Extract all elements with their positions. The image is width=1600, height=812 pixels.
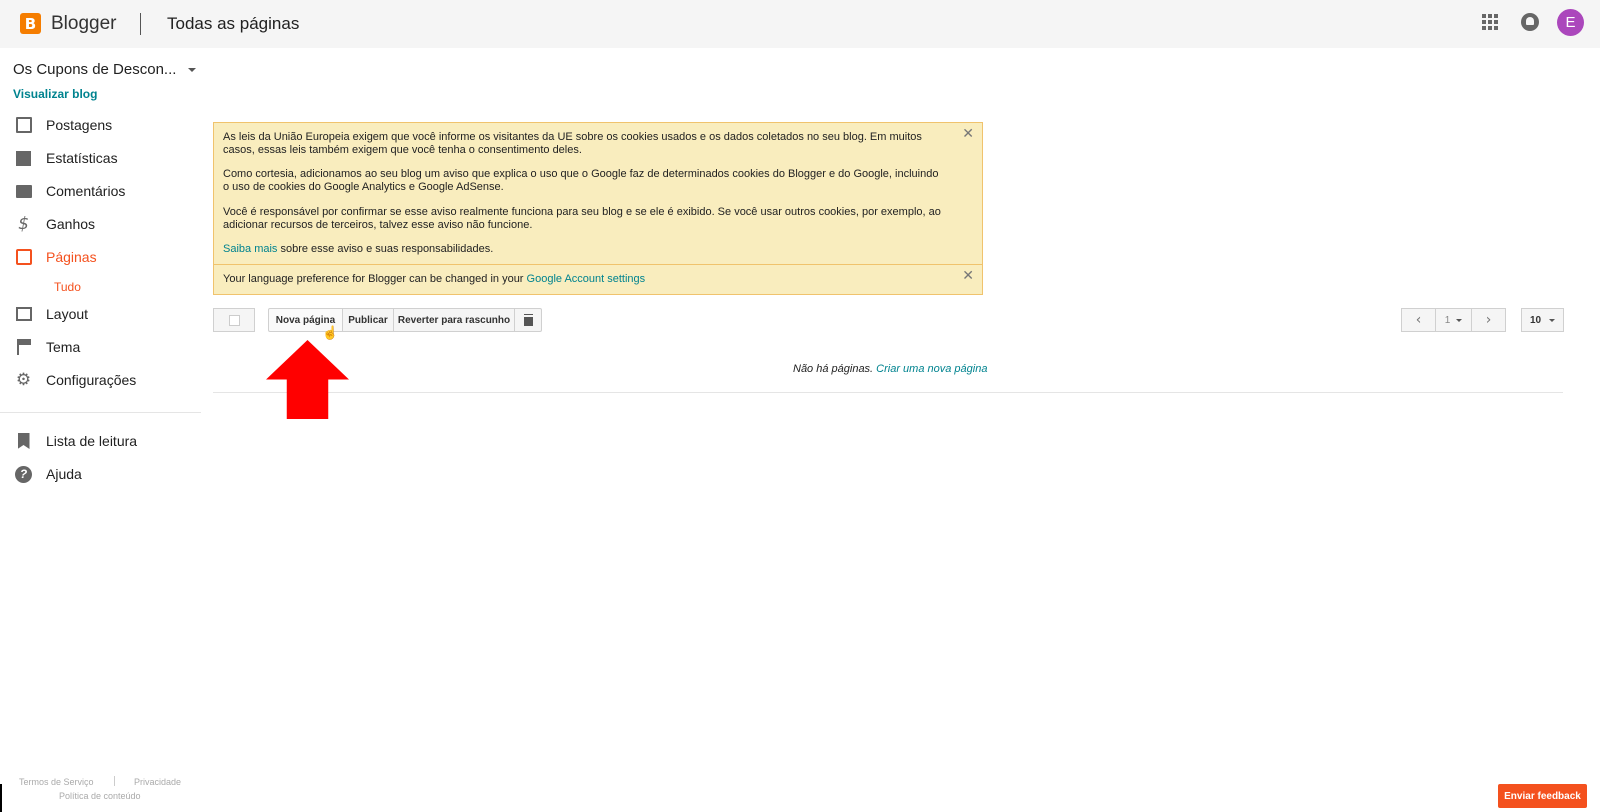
posts-icon xyxy=(15,117,32,134)
content-policy-link[interactable]: Política de conteúdo xyxy=(59,791,141,801)
footer-divider xyxy=(114,776,115,786)
close-language-notice-icon[interactable]: ✕ xyxy=(962,268,974,282)
sidebar-item-label: Configurações xyxy=(46,372,137,388)
sidebar-item-label: Páginas xyxy=(46,249,97,265)
delete-button[interactable] xyxy=(514,308,542,332)
blog-selector[interactable]: Os Cupons de Descon... xyxy=(13,61,197,78)
next-page-button[interactable]: › xyxy=(1471,308,1506,332)
sidebar-item-postagens[interactable]: Postagens xyxy=(0,110,200,140)
google-account-settings-link[interactable]: Google Account settings xyxy=(527,273,646,285)
red-arrow-annotation-icon xyxy=(266,340,349,419)
items-per-page-value: 10 xyxy=(1529,314,1542,326)
revert-to-draft-button[interactable]: Reverter para rascunho xyxy=(393,308,515,332)
chevron-down-icon xyxy=(1456,318,1463,322)
sidebar-divider xyxy=(0,412,201,413)
theme-icon xyxy=(15,339,32,356)
sidebar-item-label: Ajuda xyxy=(46,466,82,482)
empty-list-text: Não há páginas. xyxy=(793,363,877,375)
sidebar-item-paginas[interactable]: Páginas xyxy=(0,242,200,272)
send-feedback-button[interactable]: Enviar feedback xyxy=(1498,784,1587,808)
pages-icon xyxy=(15,249,32,266)
chevron-down-icon xyxy=(1549,318,1556,322)
sidebar-subitem-tudo[interactable]: Tudo xyxy=(54,280,81,294)
learn-more-text: sobre esse aviso e suas responsabilidade… xyxy=(277,243,494,255)
privacy-link[interactable]: Privacidade xyxy=(134,777,181,787)
sidebar-item-tema[interactable]: Tema xyxy=(0,332,200,362)
terms-of-service-link[interactable]: Termos de Serviço xyxy=(19,777,94,787)
select-all-checkbox[interactable] xyxy=(213,308,255,332)
blog-name: Os Cupons de Descon... xyxy=(13,61,177,78)
stats-icon xyxy=(15,150,32,167)
chevron-down-icon xyxy=(188,67,197,72)
sidebar-item-lista-de-leitura[interactable]: Lista de leitura xyxy=(0,426,200,456)
sidebar-item-label: Tema xyxy=(46,339,81,355)
chevron-right-icon: › xyxy=(1485,312,1492,328)
notice-paragraph-2: Como cortesia, adicionamos ao seu blog u… xyxy=(223,168,939,193)
bookmark-icon xyxy=(15,433,32,450)
notice-learn-more: Saiba mais sobre esse aviso e suas respo… xyxy=(223,243,943,256)
header-divider xyxy=(140,13,141,35)
layout-icon xyxy=(15,306,32,323)
notice-divider xyxy=(214,264,982,265)
view-blog-link[interactable]: Visualizar blog xyxy=(13,87,97,101)
eu-cookie-notice: As leis da União Europeia exigem que voc… xyxy=(213,122,983,295)
apps-grid-icon[interactable] xyxy=(1482,14,1498,30)
top-bar: B Blogger Todas as páginas E xyxy=(0,0,1600,48)
sidebar-item-label: Postagens xyxy=(46,117,113,133)
sidebar-item-ganhos[interactable]: $ Ganhos xyxy=(0,209,200,239)
checkbox-icon xyxy=(228,314,240,326)
window-edge xyxy=(0,784,2,812)
blogger-logo-icon[interactable]: B xyxy=(20,13,41,34)
sidebar-item-configuracoes[interactable]: ⚙ Configurações xyxy=(0,365,200,395)
chevron-left-icon: ‹ xyxy=(1415,312,1422,328)
sidebar-item-label: Ganhos xyxy=(46,216,96,232)
create-new-page-link[interactable]: Criar uma nova página xyxy=(876,363,987,375)
logo-letter: B xyxy=(24,14,37,33)
sidebar-item-layout[interactable]: Layout xyxy=(0,299,200,329)
brand-name[interactable]: Blogger xyxy=(51,13,117,35)
sidebar-item-label: Layout xyxy=(46,306,89,322)
gear-icon: ⚙ xyxy=(15,370,32,390)
notice-paragraph-1: As leis da União Europeia exigem que voc… xyxy=(223,131,922,156)
sidebar-item-comentarios[interactable]: Comentários xyxy=(0,176,200,206)
language-notice: Your language preference for Blogger can… xyxy=(223,273,943,286)
items-per-page-select[interactable]: 10 xyxy=(1521,308,1564,332)
trash-icon xyxy=(523,314,533,326)
sidebar-item-label: Comentários xyxy=(46,183,126,199)
hand-cursor-icon: ☝ xyxy=(322,325,339,340)
previous-page-button[interactable]: ‹ xyxy=(1401,308,1436,332)
close-notice-icon[interactable]: ✕ xyxy=(962,126,974,140)
notice-paragraph-3: Você é responsável por confirmar se esse… xyxy=(223,206,941,231)
sidebar-item-ajuda[interactable]: ? Ajuda xyxy=(0,459,200,489)
sidebar-item-label: Estatísticas xyxy=(46,150,118,166)
list-divider xyxy=(213,392,1563,393)
sidebar-item-estatisticas[interactable]: Estatísticas xyxy=(0,143,200,173)
page-number-select[interactable]: 1 xyxy=(1435,308,1472,332)
comments-icon xyxy=(15,183,32,200)
page-number: 1 xyxy=(1444,314,1451,326)
dollar-icon: $ xyxy=(18,214,29,234)
publish-button[interactable]: Publicar xyxy=(342,308,394,332)
learn-more-link[interactable]: Saiba mais xyxy=(223,243,277,255)
language-notice-text: Your language preference for Blogger can… xyxy=(223,273,527,285)
notifications-bell-icon[interactable] xyxy=(1521,13,1539,31)
page-title: Todas as páginas xyxy=(167,14,300,33)
empty-list-message: Não há páginas. Criar uma nova página xyxy=(793,363,987,375)
sidebar-item-label: Lista de leitura xyxy=(46,433,138,449)
avatar[interactable]: E xyxy=(1557,9,1584,36)
help-icon: ? xyxy=(15,465,32,483)
